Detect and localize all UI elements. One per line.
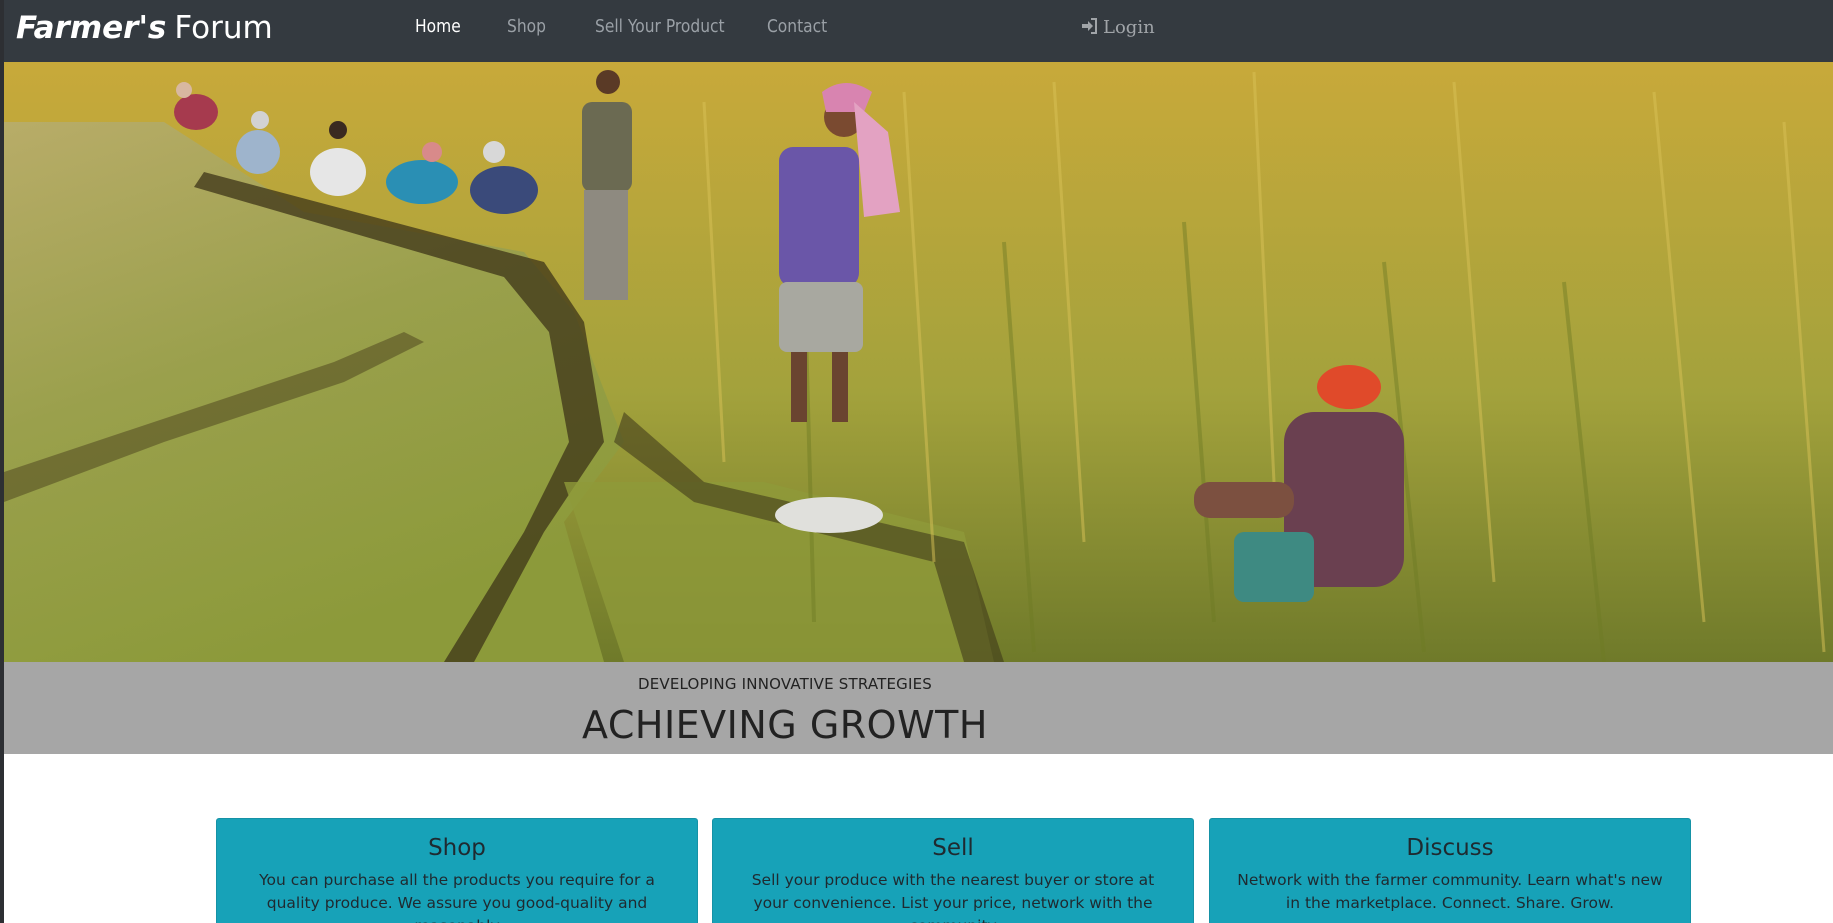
card-title: Sell xyxy=(932,835,974,861)
brand-name-italic: Farmer's xyxy=(16,10,167,46)
card-text: Sell your produce with the nearest buyer… xyxy=(751,871,1155,923)
caption-title: ACHIEVING GROWTH xyxy=(582,703,988,747)
nav-link-sell-your-product[interactable]: Sell Your Product xyxy=(595,14,725,40)
card-title: Discuss xyxy=(1406,835,1494,861)
card-text: You can purchase all the products you re… xyxy=(259,871,655,923)
login-link[interactable]: Login xyxy=(1081,14,1155,42)
brand-logo[interactable]: Farmer's Forum xyxy=(16,6,273,50)
login-label: Login xyxy=(1103,17,1155,38)
sign-in-icon xyxy=(1082,18,1097,34)
rice-field-illustration xyxy=(4,62,1833,662)
nav-link-shop[interactable]: Shop xyxy=(507,14,546,40)
navbar: Farmer's Forum Home Shop Sell Your Produc… xyxy=(4,0,1833,62)
nav-link-contact[interactable]: Contact xyxy=(767,14,827,40)
card-text: Network with the farmer community. Learn… xyxy=(1237,871,1663,912)
hero-caption: DEVELOPING INNOVATIVE STRATEGIES ACHIEVI… xyxy=(4,662,1833,754)
hero-image xyxy=(4,62,1833,662)
feature-card-discuss[interactable]: Discuss Network with the farmer communit… xyxy=(1209,818,1691,923)
feature-card-shop[interactable]: Shop You can purchase all the products y… xyxy=(216,818,698,923)
feature-card-sell[interactable]: Sell Sell your produce with the nearest … xyxy=(712,818,1194,923)
page: Farmer's Forum Home Shop Sell Your Produc… xyxy=(0,0,1833,923)
brand-name-rest: Forum xyxy=(174,10,273,46)
nav-link-home[interactable]: Home xyxy=(415,14,461,40)
card-title: Shop xyxy=(428,835,486,861)
caption-subtitle: DEVELOPING INNOVATIVE STRATEGIES xyxy=(637,675,933,693)
